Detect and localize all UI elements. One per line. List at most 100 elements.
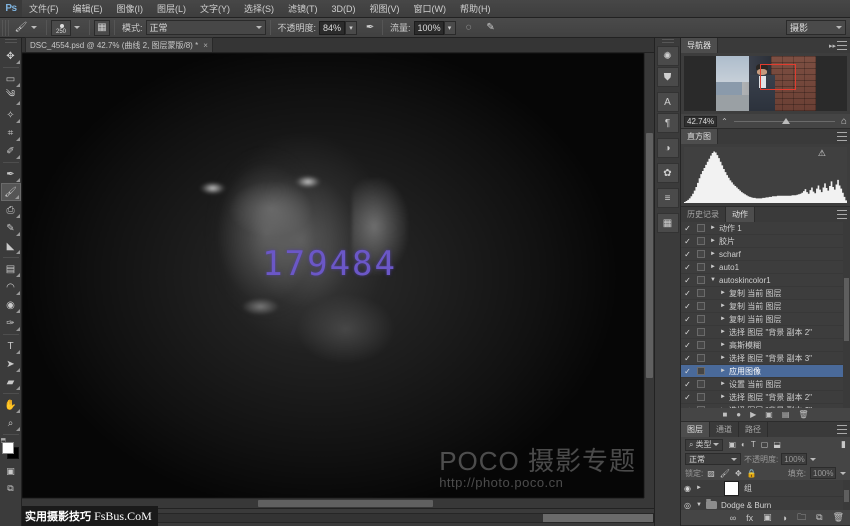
lock-all-icon[interactable]: 🔒 xyxy=(747,469,757,478)
action-toggle-checkbox[interactable]: ✓ xyxy=(681,328,694,337)
tab-history[interactable]: 历史记录 xyxy=(681,207,726,222)
tab-navigator[interactable]: 导航器 xyxy=(681,38,718,53)
new-action-icon[interactable]: ▤ xyxy=(782,410,790,419)
chevron-right-icon[interactable]: ► xyxy=(694,485,704,491)
crop-tool[interactable]: ⌗ xyxy=(1,124,21,142)
brush-tool-preset-chevron-icon[interactable] xyxy=(31,26,37,29)
adjustment-layer-icon[interactable]: ◑ xyxy=(782,513,787,523)
canvas-horizontal-scroll-thumb[interactable] xyxy=(258,500,432,507)
workspace-switcher[interactable]: 摄影 xyxy=(786,20,846,35)
histogram-panel-menu-icon[interactable] xyxy=(837,132,847,141)
filter-pixel-icon[interactable]: ▣ xyxy=(728,440,736,449)
action-dialog-toggle[interactable] xyxy=(694,237,707,245)
action-toggle-checkbox[interactable]: ✓ xyxy=(681,354,694,363)
filter-type-icon[interactable]: T xyxy=(751,440,756,449)
action-dialog-toggle[interactable] xyxy=(694,380,707,388)
action-dialog-toggle[interactable] xyxy=(694,224,707,232)
properties-panel-icon[interactable]: ≡ xyxy=(657,188,679,208)
action-dialog-toggle[interactable] xyxy=(694,354,707,362)
lock-position-icon[interactable]: ✥ xyxy=(735,469,742,478)
action-dialog-toggle[interactable] xyxy=(694,328,707,336)
action-dialog-toggle[interactable] xyxy=(694,302,707,310)
action-toggle-checkbox[interactable]: ✓ xyxy=(681,289,694,298)
action-row[interactable]: ✓►复制 当前 图层 xyxy=(681,313,850,326)
action-toggle-checkbox[interactable]: ✓ xyxy=(681,315,694,324)
zoom-out-icon[interactable]: ⌃ xyxy=(721,117,728,126)
navigator-zoom-slider[interactable] xyxy=(734,116,835,127)
action-toggle-checkbox[interactable]: ✓ xyxy=(681,341,694,350)
zoom-tool[interactable]: ⌕ xyxy=(1,414,21,432)
layer-row[interactable]: ◉►组 xyxy=(681,480,850,497)
chevron-right-icon[interactable]: ► xyxy=(717,368,729,374)
flow-input[interactable]: 100% xyxy=(414,21,444,35)
canvas-vertical-scrollbar[interactable] xyxy=(644,53,654,498)
canvas-vertical-scroll-thumb[interactable] xyxy=(646,133,653,378)
actions-scroll-thumb[interactable] xyxy=(844,278,849,341)
chevron-right-icon[interactable]: ► xyxy=(707,225,719,231)
quick-select-tool[interactable]: ✧ xyxy=(1,106,21,124)
actions-scrollbar[interactable] xyxy=(843,222,850,408)
menu-item-7[interactable]: 3D(D) xyxy=(325,0,363,18)
filter-power-icon[interactable]: ▮ xyxy=(841,439,846,450)
lock-image-icon[interactable]: 🖌 xyxy=(720,469,730,478)
zoom-in-icon[interactable]: ⌂ xyxy=(841,116,847,127)
menu-item-0[interactable]: 文件(F) xyxy=(22,0,66,18)
chevron-down-icon[interactable]: ▼ xyxy=(707,277,719,283)
color-panel-icon[interactable]: ◑ xyxy=(657,138,679,158)
action-toggle-checkbox[interactable]: ✓ xyxy=(681,406,694,409)
layer-fill-chevron-icon[interactable] xyxy=(840,472,846,475)
status-scroll-thumb[interactable] xyxy=(543,514,653,522)
brush-tool-indicator-icon[interactable]: 🖌 xyxy=(13,20,29,36)
layer-blend-mode-select[interactable]: 正常 xyxy=(685,453,741,465)
new-layer-icon[interactable]: ⧉ xyxy=(816,512,822,523)
action-dialog-toggle[interactable] xyxy=(694,367,707,375)
blur-tool[interactable]: ◠ xyxy=(1,278,21,296)
action-row[interactable]: ✓►选择 图层 "背景 副本 2" xyxy=(681,326,850,339)
color-swatches[interactable]: ⬒ xyxy=(1,441,21,461)
menu-item-5[interactable]: 选择(S) xyxy=(237,0,281,18)
layer-thumbnail[interactable] xyxy=(724,481,739,496)
healing-brush-tool[interactable]: ✒ xyxy=(1,165,21,183)
options-bar-grip[interactable] xyxy=(2,20,10,36)
chevron-right-icon[interactable]: ► xyxy=(717,381,729,387)
eye-icon[interactable]: ◉ xyxy=(681,484,694,493)
action-toggle-checkbox[interactable]: ✓ xyxy=(681,393,694,402)
stop-playing-icon[interactable]: ■ xyxy=(722,410,727,419)
action-row[interactable]: ✓►设置 当前 图层 xyxy=(681,378,850,391)
menu-item-4[interactable]: 文字(Y) xyxy=(193,0,237,18)
layer-mask-icon[interactable]: ▣ xyxy=(763,512,772,523)
chevron-right-icon[interactable]: ► xyxy=(717,329,729,335)
status-scrollbar[interactable] xyxy=(153,513,654,523)
layers-scrollbar[interactable] xyxy=(843,480,850,510)
chevron-right-icon[interactable]: ► xyxy=(707,251,719,257)
histogram-cache-warning-icon[interactable]: ⚠ xyxy=(818,148,826,159)
chevron-right-icon[interactable]: ► xyxy=(717,394,729,400)
begin-recording-icon[interactable]: ● xyxy=(736,410,741,419)
action-row[interactable]: ✓►应用图像 xyxy=(681,365,850,378)
action-toggle-checkbox[interactable]: ✓ xyxy=(681,276,694,285)
hand-tool[interactable]: ✋ xyxy=(1,396,21,414)
tab-histogram[interactable]: 直方图 xyxy=(681,129,718,144)
brush-tool[interactable]: 🖌 xyxy=(1,183,21,201)
tab-paths[interactable]: 路径 xyxy=(739,422,768,437)
brush-preset-chevron-icon[interactable] xyxy=(74,26,80,29)
clone-stamp-tool[interactable]: ⎙ xyxy=(1,201,21,219)
canvas-viewport[interactable]: 179484 POCO 摄影专题 http://photo.poco.cn xyxy=(22,53,654,508)
menu-item-6[interactable]: 滤镜(T) xyxy=(281,0,325,18)
chevron-right-icon[interactable]: ► xyxy=(717,355,729,361)
chevron-right-icon[interactable]: ► xyxy=(717,342,729,348)
foreground-color-swatch[interactable] xyxy=(2,442,14,454)
action-toggle-checkbox[interactable]: ✓ xyxy=(681,380,694,389)
action-row[interactable]: ✓►复制 当前 图层 xyxy=(681,287,850,300)
path-select-tool[interactable]: ➤ xyxy=(1,355,21,373)
tab-actions[interactable]: 动作 xyxy=(726,207,755,222)
actions-list[interactable]: ✓►动作 1✓►胶片✓►scharf✓►auto1✓▼autoskincolor… xyxy=(681,222,850,408)
eye-icon[interactable]: ◎ xyxy=(681,501,694,510)
link-layers-icon[interactable]: ∞ xyxy=(730,513,736,523)
chevron-right-icon[interactable]: ► xyxy=(707,264,719,270)
brush-preset-picker[interactable]: 250 xyxy=(51,20,71,36)
blend-mode-select[interactable]: 正常 xyxy=(146,20,266,35)
screen-mode-toggle-icon[interactable]: ⧉ xyxy=(2,481,20,495)
opacity-slider-chevron-icon[interactable]: ▾ xyxy=(345,21,357,35)
action-row[interactable]: ✓▼autoskincolor1 xyxy=(681,274,850,287)
